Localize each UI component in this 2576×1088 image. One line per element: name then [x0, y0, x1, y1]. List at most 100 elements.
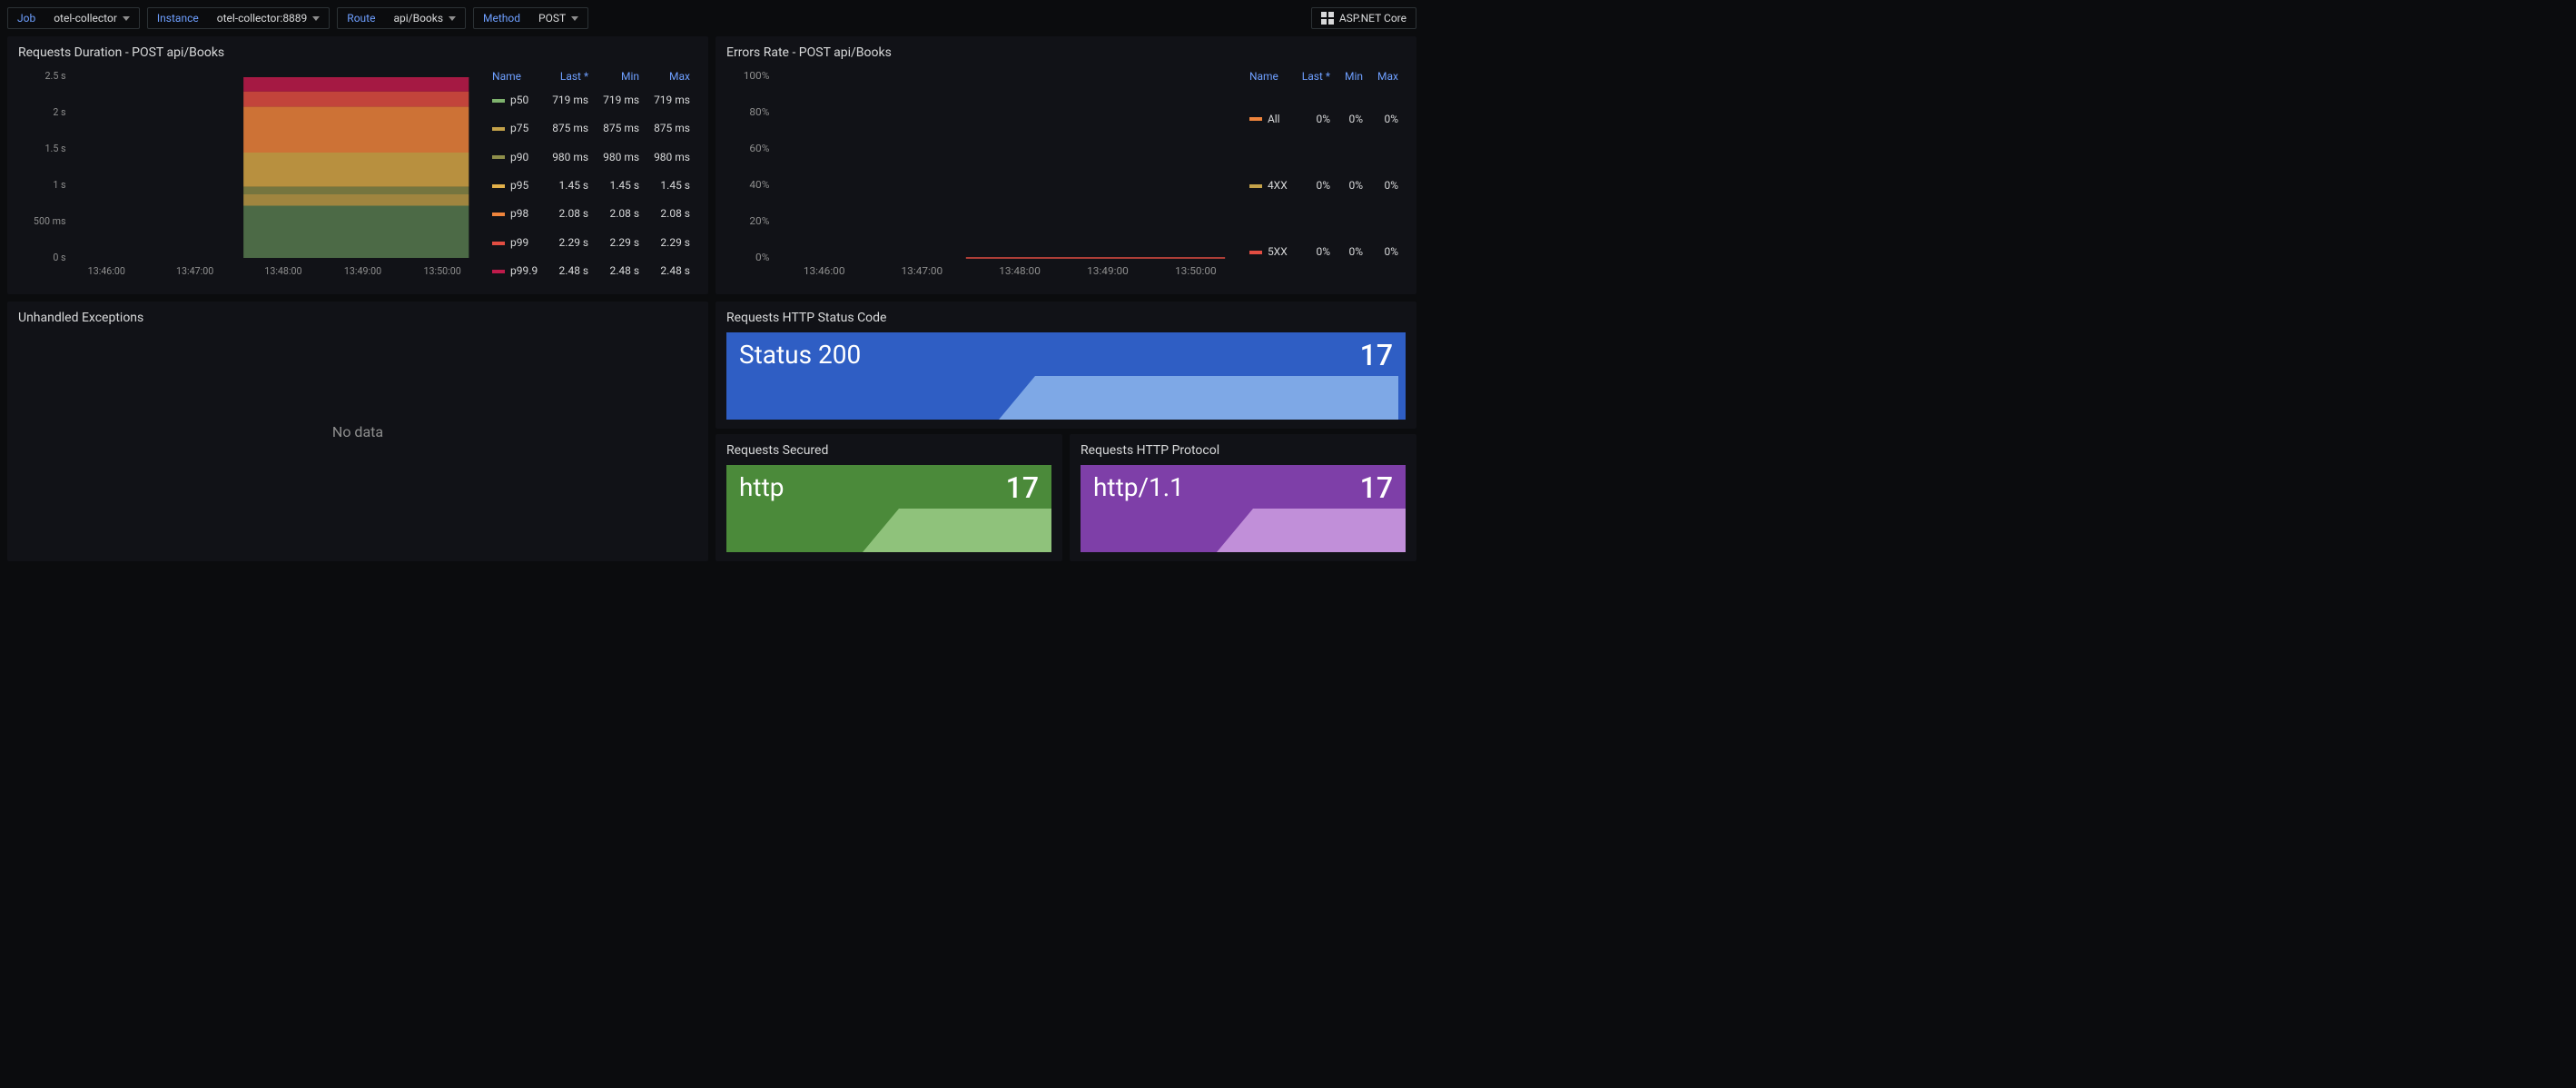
- svg-text:60%: 60%: [749, 142, 769, 153]
- stat-value: 17: [1006, 470, 1039, 505]
- stat-protocol[interactable]: http/1.1 17: [1081, 465, 1406, 552]
- dashboard-icon: [1321, 12, 1334, 25]
- no-data-message: No data: [18, 332, 697, 531]
- legend-swatch: [492, 99, 505, 103]
- stat-sparkline: [726, 509, 1051, 552]
- panel-title: Requests Secured: [726, 443, 1051, 458]
- legend-row[interactable]: p75875 ms875 ms875 ms: [485, 114, 697, 142]
- svg-text:2 s: 2 s: [53, 106, 66, 118]
- legend-row[interactable]: p99.92.48 s2.48 s2.48 s: [485, 257, 697, 285]
- chevron-down-icon: [123, 16, 130, 21]
- filter-job: Job otel-collector: [7, 7, 140, 29]
- svg-text:2.5 s: 2.5 s: [45, 70, 66, 82]
- stat-label: http: [739, 472, 1039, 502]
- filter-instance: Instance otel-collector:8889: [147, 7, 330, 29]
- stat-value: 17: [1360, 470, 1393, 505]
- svg-text:13:50:00: 13:50:00: [423, 265, 460, 277]
- svg-text:80%: 80%: [749, 105, 769, 117]
- filter-route-label: Route: [338, 8, 384, 28]
- legend-row[interactable]: p90980 ms980 ms980 ms: [485, 143, 697, 171]
- svg-text:13:48:00: 13:48:00: [264, 265, 301, 277]
- legend-header-min[interactable]: Min: [596, 67, 646, 85]
- panel-title: Requests HTTP Status Code: [726, 311, 1406, 325]
- panel-http-status-code: Requests HTTP Status Code Status 200 17: [716, 302, 1416, 429]
- dashboard-link-label: ASP.NET Core: [1339, 12, 1406, 25]
- stat-label: http/1.1: [1093, 472, 1393, 502]
- legend-row[interactable]: p50719 ms719 ms719 ms: [485, 85, 697, 114]
- svg-text:0 s: 0 s: [53, 252, 66, 263]
- legend-row[interactable]: All0%0%0%: [1242, 85, 1406, 152]
- legend-header-max[interactable]: Max: [1370, 67, 1406, 85]
- filter-instance-value[interactable]: otel-collector:8889: [208, 8, 330, 28]
- legend-swatch: [492, 155, 505, 159]
- panel-title: Requests Duration - POST api/Books: [18, 45, 697, 60]
- panel-http-protocol: Requests HTTP Protocol http/1.1 17: [1070, 434, 1416, 561]
- panel-title: Requests HTTP Protocol: [1081, 443, 1406, 458]
- dashboard-link-aspnet[interactable]: ASP.NET Core: [1311, 7, 1416, 29]
- panel-requests-duration: Requests Duration - POST api/Books: [7, 36, 708, 294]
- stat-sparkline: [726, 376, 1406, 420]
- filter-route: Route api/Books: [337, 7, 466, 29]
- legend-row[interactable]: 5XX0%0%0%: [1242, 219, 1406, 285]
- filter-method-label: Method: [474, 8, 529, 28]
- dashboard-grid: Requests Duration - POST api/Books: [7, 36, 1416, 561]
- panel-title: Errors Rate - POST api/Books: [726, 45, 1406, 60]
- svg-text:1.5 s: 1.5 s: [45, 143, 66, 154]
- legend-header-last[interactable]: Last *: [545, 67, 596, 85]
- filter-job-value[interactable]: otel-collector: [44, 8, 139, 28]
- svg-text:100%: 100%: [744, 69, 770, 81]
- legend-swatch: [1249, 251, 1262, 254]
- duration-legend: Name Last * Min Max p50719 ms719 ms719 m…: [485, 67, 697, 285]
- chevron-down-icon: [571, 16, 578, 21]
- panel-errors-rate: Errors Rate - POST api/Books 0% 20% 40% …: [716, 36, 1416, 294]
- filter-job-label: Job: [8, 8, 44, 28]
- svg-text:13:50:00: 13:50:00: [1175, 264, 1217, 276]
- filter-job-text: otel-collector: [54, 12, 117, 25]
- svg-text:0%: 0%: [755, 251, 769, 262]
- stat-sparkline: [1081, 509, 1406, 552]
- legend-row[interactable]: p992.29 s2.29 s2.29 s: [485, 228, 697, 256]
- right-bottom-column: Requests HTTP Status Code Status 200 17 …: [716, 302, 1416, 561]
- legend-header-last[interactable]: Last *: [1295, 67, 1337, 85]
- legend-header-min[interactable]: Min: [1337, 67, 1370, 85]
- stat-label: Status 200: [739, 340, 1393, 370]
- errors-legend: Name Last * Min Max All0%0%0%4XX0%0%0%5X…: [1242, 67, 1406, 285]
- chevron-down-icon: [312, 16, 320, 21]
- svg-text:13:46:00: 13:46:00: [804, 264, 845, 276]
- svg-text:13:48:00: 13:48:00: [999, 264, 1041, 276]
- filter-instance-text: otel-collector:8889: [217, 12, 308, 25]
- panel-unhandled-exceptions: Unhandled Exceptions No data: [7, 302, 708, 561]
- filter-route-text: api/Books: [393, 12, 443, 25]
- filter-method-text: POST: [538, 12, 566, 25]
- duration-bands: [243, 78, 469, 258]
- svg-text:1 s: 1 s: [53, 179, 66, 191]
- legend-row[interactable]: 4XX0%0%0%: [1242, 152, 1406, 218]
- duration-chart[interactable]: 0 s 500 ms 1 s 1.5 s 2 s 2.5 s 13:46:00 …: [18, 67, 478, 285]
- legend-row[interactable]: p951.45 s1.45 s1.45 s: [485, 171, 697, 199]
- legend-header-name[interactable]: Name: [1242, 67, 1295, 85]
- legend-header-max[interactable]: Max: [646, 67, 697, 85]
- stat-status-code[interactable]: Status 200 17: [726, 332, 1406, 420]
- panel-title: Unhandled Exceptions: [18, 311, 697, 325]
- filter-method-value[interactable]: POST: [529, 8, 587, 28]
- stat-secured[interactable]: http 17: [726, 465, 1051, 552]
- svg-text:13:49:00: 13:49:00: [1087, 264, 1129, 276]
- legend-row[interactable]: p982.08 s2.08 s2.08 s: [485, 200, 697, 228]
- svg-text:13:46:00: 13:46:00: [88, 265, 125, 277]
- legend-swatch: [492, 127, 505, 131]
- stat-value: 17: [1360, 338, 1393, 372]
- legend-header-name[interactable]: Name: [485, 67, 545, 85]
- legend-swatch: [1249, 117, 1262, 121]
- filter-route-value[interactable]: api/Books: [384, 8, 465, 28]
- legend-swatch: [492, 242, 505, 245]
- filter-instance-label: Instance: [148, 8, 208, 28]
- chevron-down-icon: [449, 16, 456, 21]
- errors-chart[interactable]: 0% 20% 40% 60% 80% 100% 13:46:00 13:47:0…: [726, 67, 1235, 285]
- svg-text:40%: 40%: [749, 178, 769, 190]
- filter-method: Method POST: [473, 7, 588, 29]
- svg-text:13:47:00: 13:47:00: [176, 265, 213, 277]
- svg-text:20%: 20%: [749, 214, 769, 226]
- legend-swatch: [492, 270, 505, 273]
- svg-text:13:47:00: 13:47:00: [902, 264, 943, 276]
- svg-text:500 ms: 500 ms: [34, 215, 66, 227]
